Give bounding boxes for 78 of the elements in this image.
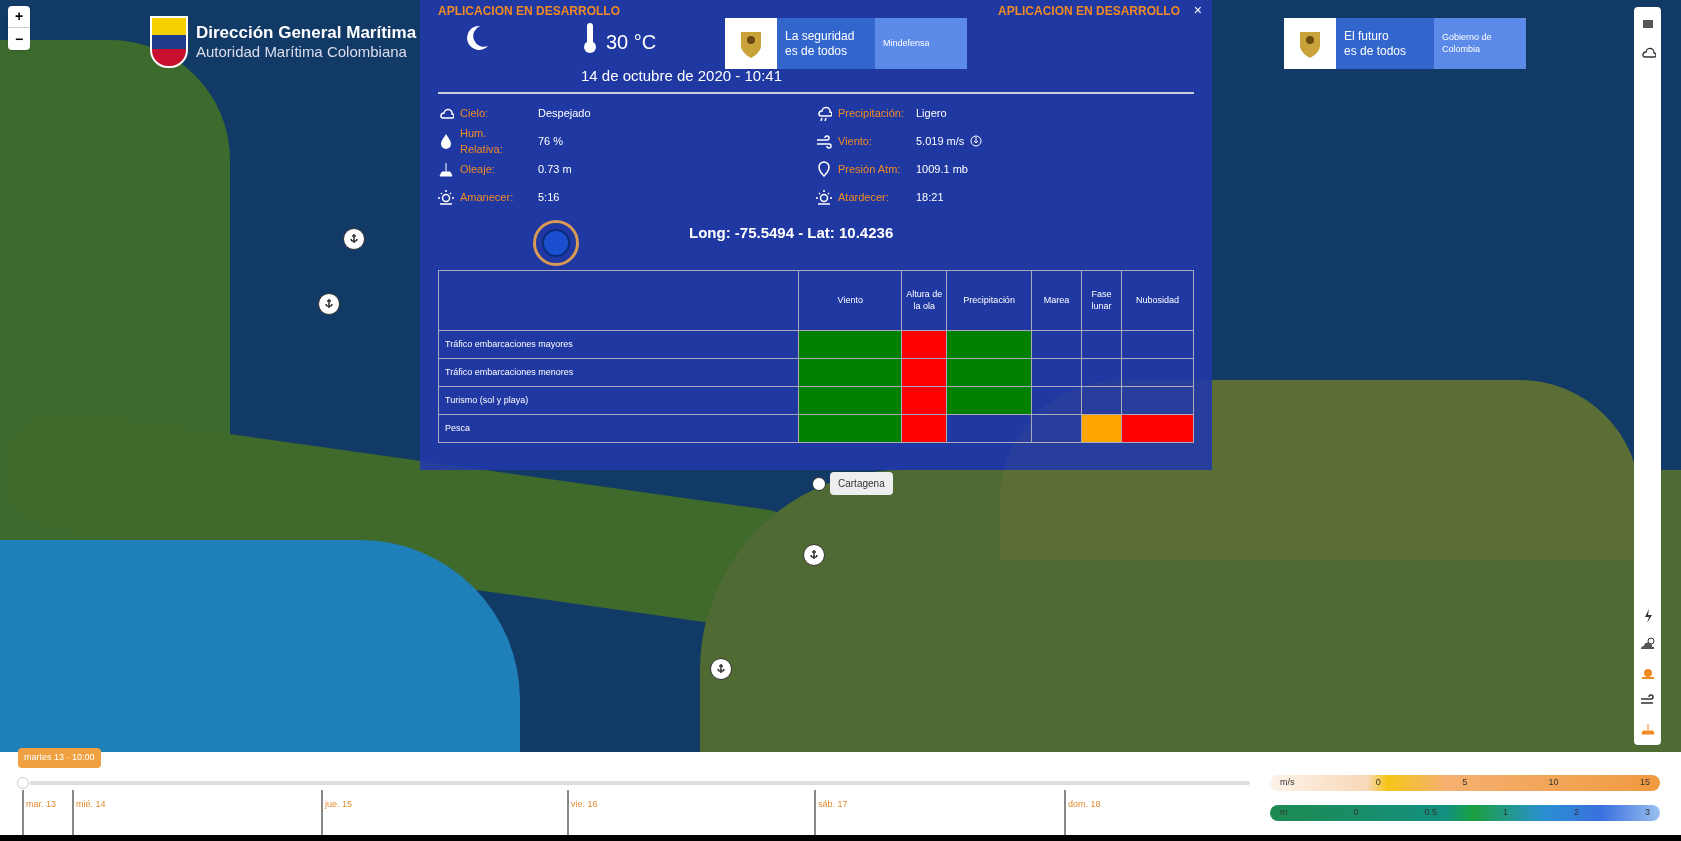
current-time-badge: martes 13 · 10:00 [18,748,101,768]
timeline-track[interactable] [30,781,1250,785]
location-target-icon [533,220,579,266]
legend-tick: 0 [1353,806,1359,820]
org-subtitle: Autoridad Marítima Colombiana [196,43,408,62]
anchor-icon [323,298,335,310]
legend-tick: 0.5 [1424,806,1437,820]
anchor-icon [348,233,360,245]
slogan-text: es de todos [1344,43,1408,59]
legend-tick: 15 [1640,776,1650,790]
thermometer-icon [583,22,597,54]
condition-label: Cielo: [460,105,490,121]
day-tick[interactable]: sáb. 17 [816,799,848,809]
legend-tick: 5 [1462,776,1468,790]
column-header: Marea [1031,270,1082,331]
slogan-text: es de todos [785,43,849,59]
coordinates: Long: -75.5494 - Lat: 10.4236 [689,222,894,243]
column-header: Viento [798,270,902,331]
day-tick[interactable]: dom. 18 [1066,799,1101,809]
condition-label: Oleaje: [460,161,496,177]
drop-icon [438,133,454,149]
column-header: Altura de la ola [901,270,947,331]
condition-label: Viento: [838,133,874,149]
zoom-out-button[interactable]: − [8,28,30,50]
day-tick[interactable]: mié. 14 [74,799,106,809]
condition-value: Despejado [538,105,591,121]
legend-unit: m [1280,806,1288,820]
column-header: Precipitación [946,270,1032,331]
condition-label: Hum. Relativa: [460,125,504,157]
slogan-text: El futuro [1344,28,1390,44]
activity-label: Tráfico embarcaciones mayores [438,330,799,359]
sun-icon [816,189,832,205]
ministry-tag: Gobierno de Colombia [1434,18,1526,69]
place-label: Cartagena [830,472,893,495]
condition-value: 76 % [538,133,564,149]
cloud-rain-icon [816,105,832,121]
zoom-in-button[interactable]: + [8,6,30,28]
activity-label: Tráfico embarcaciones menores [438,358,799,387]
condition-label: Amanecer: [460,189,515,205]
legend-tick: 2 [1574,806,1579,820]
column-header: Fase lunar [1081,270,1122,331]
map-marker[interactable] [343,228,365,250]
date-time: 14 de octubre de 2020 - 10:41 [581,66,782,86]
legend-tick: 1 [1503,806,1508,820]
condition-label: Atardecer: [838,189,890,205]
anchor-icon [715,663,727,675]
close-button[interactable]: × [1189,0,1206,21]
condition-value: 1009.1 mb [916,161,968,177]
condition-label: Precipitación: [838,105,906,121]
condition-value: 18:21 [916,189,944,205]
day-tick[interactable]: jue. 15 [323,799,353,809]
slogan-text: La seguridad [785,28,856,44]
column-header: Nubosidad [1121,270,1194,331]
shield-logo-icon [150,16,188,68]
activity-label: Turismo (sol y playa) [438,386,799,415]
temperature: 30 °C [606,30,657,55]
condition-value: 5.019 m/s [916,133,965,149]
day-tick[interactable]: mar. 13 [24,799,56,809]
development-notice: APLICACION EN DESARROLLO [438,3,620,20]
wind-icon [816,133,832,149]
day-tick[interactable]: vie. 16 [569,799,598,809]
map-marker[interactable] [318,293,340,315]
legend-unit: m/s [1280,776,1295,790]
timeline-handle[interactable] [17,777,29,789]
sun-icon [438,189,454,205]
ministry-tag: Mindefensa [875,18,967,69]
development-notice: APLICACION EN DESARROLLO [998,3,1180,20]
condition-value: 5:16 [538,189,560,205]
anchor-icon [808,549,820,561]
activity-label: Pesca [438,414,799,443]
condition-value: Ligero [916,105,947,121]
condition-value: 0.73 m [538,161,572,177]
location-pin-icon [816,161,832,177]
org-name: Dirección General Marítima [196,22,417,44]
legend-tick: 0 [1375,776,1381,790]
legend-tick: 3 [1645,806,1650,820]
condition-label: Presión Atm: [838,161,902,177]
legend-tick: 10 [1548,776,1559,790]
